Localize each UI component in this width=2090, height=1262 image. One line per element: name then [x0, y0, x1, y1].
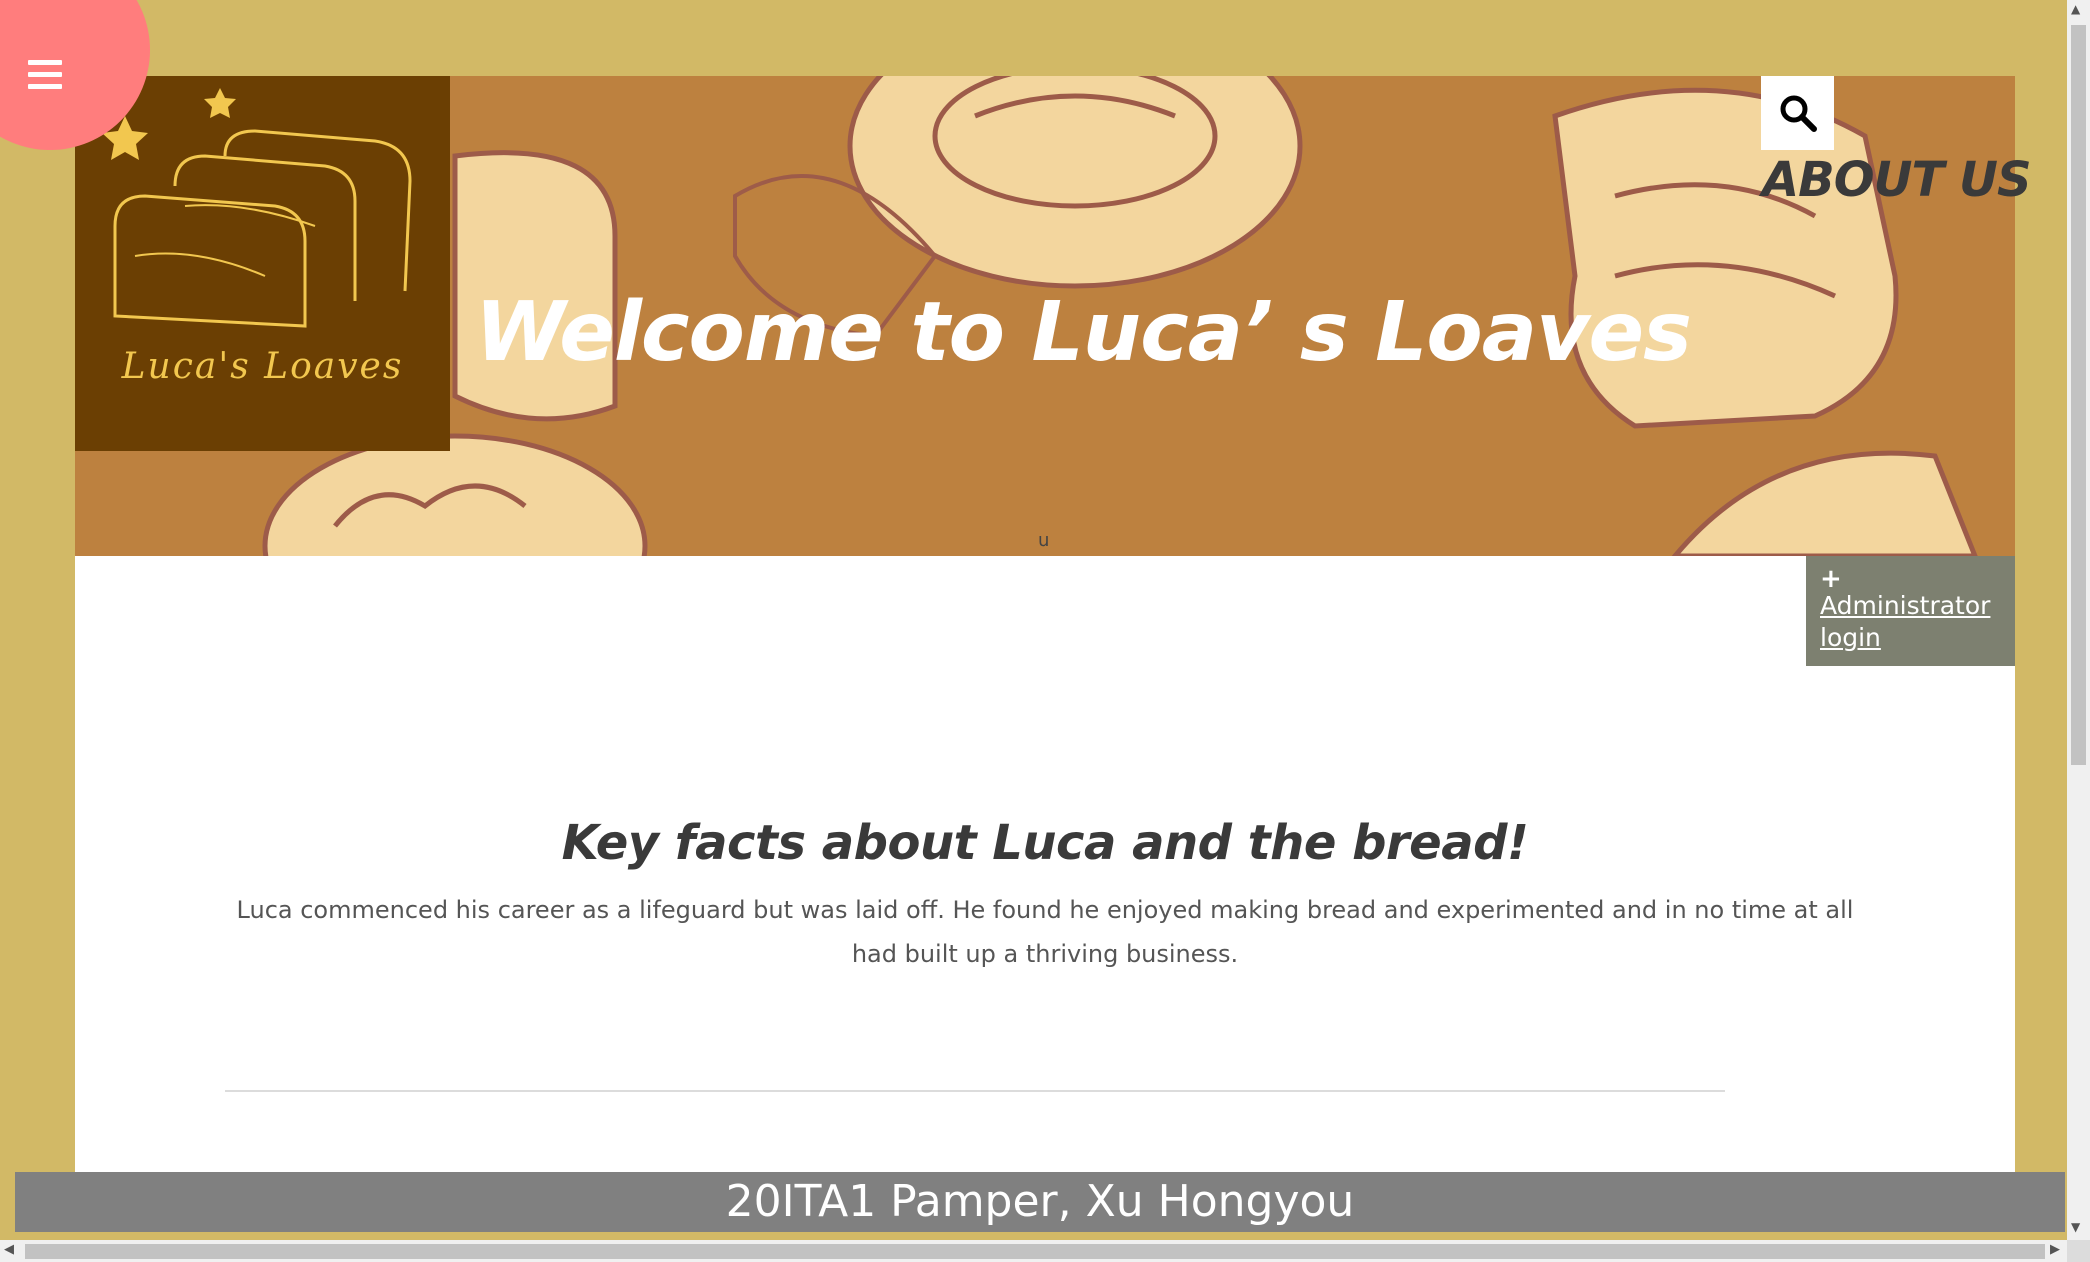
- logo: Luca's Loaves: [75, 76, 450, 451]
- banner-marker: u: [1038, 530, 1050, 551]
- horizontal-scrollbar[interactable]: ◀ ▶: [0, 1240, 2067, 1262]
- scroll-down-arrow-icon[interactable]: ▼: [2071, 1220, 2080, 1234]
- about-us-heading: ABOUT US: [1762, 152, 2032, 208]
- admin-login-link[interactable]: Administrator login: [1820, 590, 2001, 654]
- facts-body: Luca commenced his career as a lifeguard…: [236, 896, 1854, 968]
- page: Luca's Loaves Welcome to Luca’ s Loaves …: [0, 0, 2067, 1240]
- admin-login-box[interactable]: + Administrator login: [1806, 556, 2015, 666]
- facts-title: Key facts about Luca and the bread!: [561, 815, 1529, 871]
- welcome-heading: Welcome to Luca’ s Loaves: [475, 285, 1692, 380]
- footer: 20ITA1 Pamper, Xu Hongyou: [15, 1172, 2065, 1232]
- scroll-left-arrow-icon[interactable]: ◀: [4, 1242, 14, 1257]
- scrollbar-corner: [2067, 1240, 2090, 1262]
- vertical-scroll-thumb[interactable]: [2071, 25, 2086, 765]
- search-button[interactable]: [1761, 76, 1834, 150]
- hamburger-menu-icon: [28, 60, 62, 96]
- horizontal-scroll-thumb[interactable]: [25, 1244, 2045, 1259]
- logo-text: Luca's Loaves: [121, 346, 404, 387]
- divider: [225, 1090, 1725, 1092]
- search-icon: [1780, 95, 1817, 132]
- scroll-right-arrow-icon[interactable]: ▶: [2050, 1242, 2060, 1257]
- scroll-up-arrow-icon[interactable]: ▲: [2071, 2, 2080, 16]
- vertical-scrollbar[interactable]: ▲ ▼: [2067, 0, 2090, 1240]
- bread-logo-icon: [102, 88, 412, 328]
- plus-icon: +: [1820, 564, 1842, 594]
